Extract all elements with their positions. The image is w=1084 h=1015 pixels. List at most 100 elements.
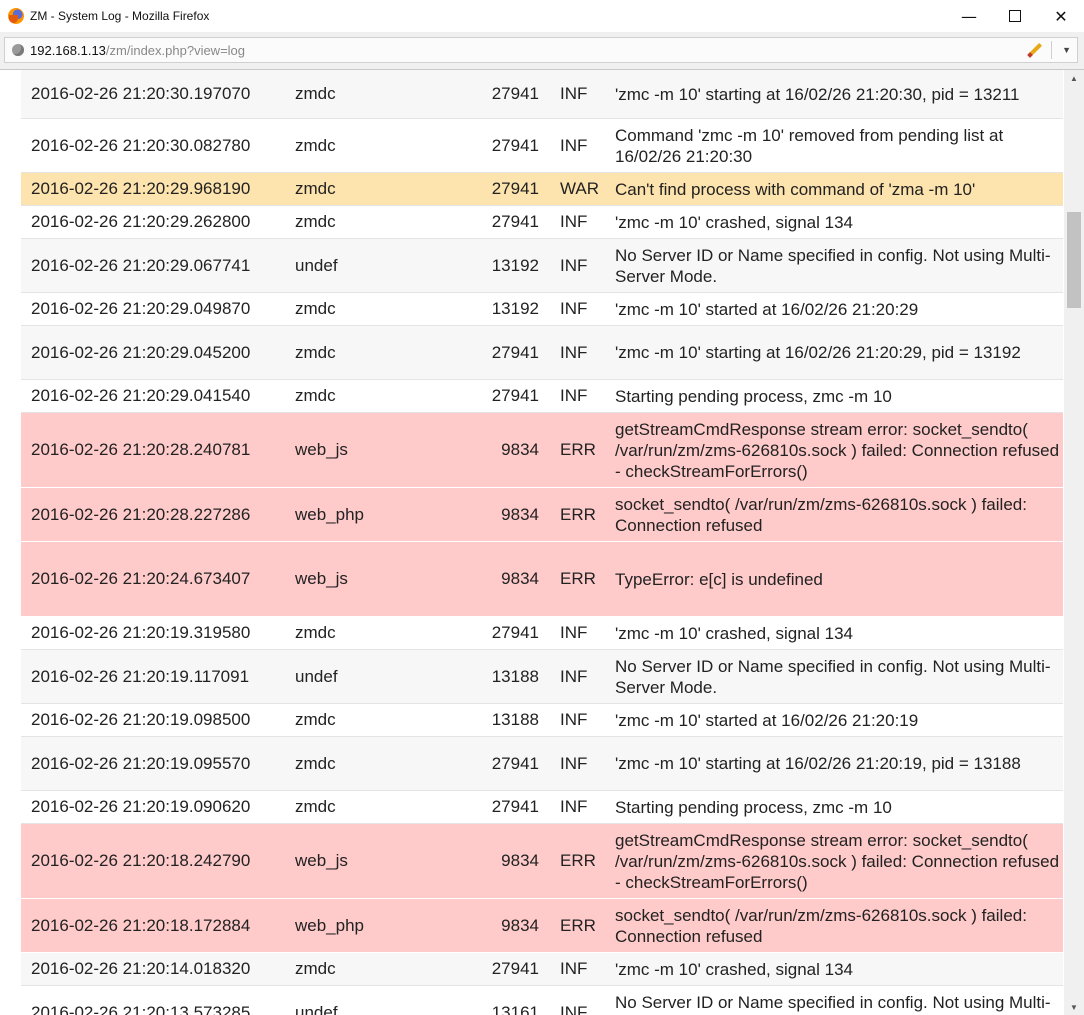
log-component: undef bbox=[295, 255, 338, 275]
log-pid: 27941 bbox=[491, 84, 539, 103]
firefox-icon bbox=[8, 8, 24, 24]
log-pid: 27941 bbox=[491, 797, 539, 816]
log-view: 2016-02-26 21:20:30.197070 zmdc 27941 INF 'z… bbox=[0, 70, 1064, 1015]
log-component: zmdc bbox=[295, 386, 336, 405]
log-time: 2016-02-26 21:20:28.227286 bbox=[31, 504, 251, 524]
log-row: 2016-02-26 21:20:30.197070 zmdc 27941 INF 'z… bbox=[21, 70, 1063, 119]
log-pid: 9834 bbox=[501, 504, 539, 524]
log-component: web_php bbox=[295, 915, 365, 935]
log-component: zmdc bbox=[295, 959, 336, 978]
pencil-icon[interactable] bbox=[1027, 43, 1041, 57]
log-row: 2016-02-26 21:20:18.242790 web_js 9834 ERR g… bbox=[21, 824, 1063, 899]
log-message: 'zmc -m 10' started at 16/02/26 21:20:29 bbox=[615, 299, 919, 319]
log-message: 'zmc -m 10' crashed, signal 134 bbox=[615, 623, 853, 643]
log-level: INF bbox=[560, 212, 588, 231]
log-component: zmdc bbox=[295, 299, 336, 318]
log-component: zmdc bbox=[295, 753, 336, 773]
log-message: socket_sendto( /var/run/zm/zms-626810s.s… bbox=[615, 494, 1027, 535]
log-pid: 13192 bbox=[491, 255, 539, 275]
log-time: 2016-02-26 21:20:19.095570 bbox=[31, 753, 251, 773]
log-message: 'zmc -m 10' crashed, signal 134 bbox=[615, 959, 853, 979]
log-message: 'zmc -m 10' crashed, signal 134 bbox=[615, 212, 853, 232]
log-level: INF bbox=[560, 1002, 588, 1015]
scroll-down-arrow-icon[interactable]: ▼ bbox=[1064, 999, 1084, 1015]
log-level: INF bbox=[560, 386, 588, 405]
log-row: 2016-02-26 21:20:29.968190 zmdc 27941 WAR Ca… bbox=[21, 173, 1063, 206]
log-pid: 13188 bbox=[491, 710, 539, 729]
log-row: 2016-02-26 21:20:19.098500 zmdc 13188 INF 'z… bbox=[21, 704, 1063, 737]
log-row: 2016-02-26 21:20:29.067741 undef 13192 INF N… bbox=[21, 239, 1063, 293]
log-component: web_js bbox=[295, 851, 348, 870]
log-message: 'zmc -m 10' starting at 16/02/26 21:20:1… bbox=[615, 754, 1021, 773]
log-row: 2016-02-26 21:20:29.041540 zmdc 27941 INF St… bbox=[21, 380, 1063, 413]
log-message: getStreamCmdResponse stream error: socke… bbox=[615, 830, 1060, 892]
log-time: 2016-02-26 21:20:29.067741 bbox=[31, 255, 251, 275]
log-row: 2016-02-26 21:20:14.018320 zmdc 27941 INF 'z… bbox=[21, 953, 1063, 986]
log-table: 2016-02-26 21:20:30.197070 zmdc 27941 INF 'z… bbox=[21, 70, 1063, 1015]
log-level: ERR bbox=[560, 440, 596, 459]
log-row: 2016-02-26 21:20:28.227286 web_php 9834 ERR… bbox=[21, 488, 1063, 542]
address-field[interactable]: 192.168.1.13/zm/index.php?view=log ▼ bbox=[4, 37, 1078, 63]
log-component: undef bbox=[295, 1002, 338, 1015]
log-row: 2016-02-26 21:20:24.673407 web_js 9834 ERR T… bbox=[21, 542, 1063, 617]
log-message: No Server ID or Name specified in config… bbox=[615, 992, 1051, 1015]
log-time: 2016-02-26 21:20:18.172884 bbox=[31, 915, 251, 935]
log-time: 2016-02-26 21:20:14.018320 bbox=[31, 959, 251, 978]
log-pid: 27941 bbox=[491, 386, 539, 405]
scrollbar-thumb[interactable] bbox=[1067, 212, 1081, 308]
log-component: zmdc bbox=[295, 623, 336, 642]
url-tools: ▼ bbox=[1027, 41, 1071, 59]
log-row: 2016-02-26 21:20:30.082780 zmdc 27941 INF Co… bbox=[21, 119, 1063, 173]
scroll-up-arrow-icon[interactable]: ▲ bbox=[1064, 70, 1084, 86]
dropdown-arrow-icon[interactable]: ▼ bbox=[1062, 45, 1071, 55]
globe-icon bbox=[12, 44, 24, 56]
log-level: INF bbox=[560, 666, 588, 686]
log-time: 2016-02-26 21:20:19.319580 bbox=[31, 623, 251, 642]
log-message: 'zmc -m 10' starting at 16/02/26 21:20:3… bbox=[615, 84, 1020, 104]
log-component: web_php bbox=[295, 504, 365, 524]
log-pid: 9834 bbox=[501, 440, 539, 459]
log-message: Can't find process with command of 'zma … bbox=[615, 179, 976, 199]
log-time: 2016-02-26 21:20:19.117091 bbox=[31, 666, 250, 686]
maximize-icon bbox=[1009, 10, 1021, 22]
log-component: web_js bbox=[295, 569, 348, 588]
log-pid: 27941 bbox=[491, 753, 539, 773]
log-row: 2016-02-26 21:20:19.095570 zmdc 27941 INF 'z… bbox=[21, 737, 1063, 791]
log-message: socket_sendto( /var/run/zm/zms-626810s.s… bbox=[615, 905, 1027, 946]
log-row: 2016-02-26 21:20:29.045200 zmdc 27941 INF 'z… bbox=[21, 326, 1063, 380]
log-pid: 27941 bbox=[491, 212, 539, 231]
minimize-button[interactable]: — bbox=[946, 0, 992, 32]
log-component: undef bbox=[295, 666, 338, 686]
log-level: INF bbox=[560, 135, 588, 155]
log-message: getStreamCmdResponse stream error: socke… bbox=[615, 419, 1060, 481]
log-row: 2016-02-26 21:20:19.319580 zmdc 27941 INF 'z… bbox=[21, 617, 1063, 650]
log-time: 2016-02-26 21:20:28.240781 bbox=[31, 440, 251, 459]
log-level: ERR bbox=[560, 569, 596, 588]
log-time: 2016-02-26 21:20:19.090620 bbox=[31, 797, 251, 816]
log-time: 2016-02-26 21:20:29.049870 bbox=[31, 299, 251, 318]
log-component: web_js bbox=[295, 440, 348, 459]
log-pid: 9834 bbox=[501, 851, 539, 870]
log-component: zmdc bbox=[295, 710, 336, 729]
log-pid: 9834 bbox=[501, 569, 539, 588]
log-message: Command 'zmc -m 10' removed from pending… bbox=[615, 125, 1004, 166]
log-message: 'zmc -m 10' started at 16/02/26 21:20:19 bbox=[615, 710, 919, 730]
log-message: 'zmc -m 10' starting at 16/02/26 21:20:2… bbox=[615, 343, 1021, 362]
close-button[interactable]: ✕ bbox=[1038, 0, 1084, 32]
log-component: zmdc bbox=[295, 797, 336, 816]
log-level: ERR bbox=[560, 915, 596, 935]
log-pid: 27941 bbox=[491, 342, 539, 362]
log-pid: 27941 bbox=[491, 623, 539, 642]
log-message: Starting pending process, zmc -m 10 bbox=[615, 386, 892, 406]
log-message: Starting pending process, zmc -m 10 bbox=[615, 797, 892, 817]
log-time: 2016-02-26 21:20:29.045200 bbox=[31, 342, 251, 362]
log-level: INF bbox=[560, 753, 588, 773]
vertical-scrollbar[interactable]: ▲ ▼ bbox=[1064, 70, 1084, 1015]
url-path: /zm/index.php?view=log bbox=[105, 42, 246, 58]
log-pid: 13188 bbox=[491, 666, 539, 686]
log-level: WAR bbox=[560, 179, 600, 198]
log-pid: 9834 bbox=[501, 915, 539, 935]
maximize-button[interactable] bbox=[992, 0, 1038, 32]
log-level: INF bbox=[560, 342, 588, 362]
log-pid: 13192 bbox=[491, 299, 539, 318]
